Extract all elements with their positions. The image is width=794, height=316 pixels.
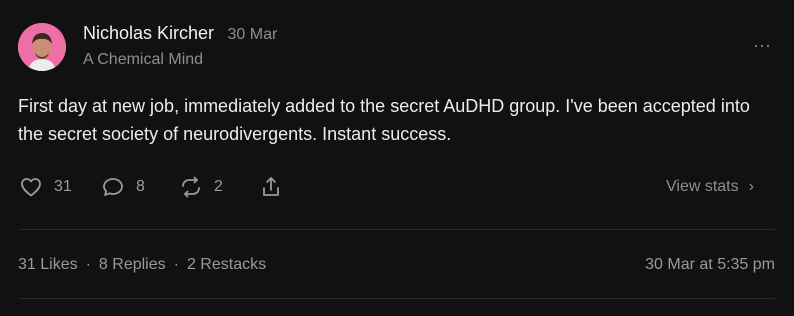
like-count: 31 [54,178,72,195]
separator-dot: · [173,256,179,273]
restack-count: 2 [214,178,223,195]
author-avatar[interactable] [18,23,66,71]
reply-button[interactable]: 8 [100,175,145,199]
reply-count: 8 [136,178,145,195]
restack-icon [182,176,200,198]
heart-icon [21,178,41,197]
separator-dot: · [85,256,91,273]
author-line: Nicholas Kircher 30 Mar [83,23,277,44]
share-icon [263,177,279,196]
view-stats-button[interactable]: View stats › [666,178,754,196]
comment-icon [103,178,123,196]
post-body: First day at new job, immediately added … [18,96,750,144]
chevron-right-icon: › [748,178,754,195]
author-name[interactable]: Nicholas Kircher [83,23,214,43]
more-options-button[interactable]: ··· [748,36,776,60]
publication-name[interactable]: A Chemical Mind [83,51,203,69]
restacks-summary-link[interactable]: 2 Restacks [187,256,266,273]
likes-summary-link[interactable]: 31 Likes [18,256,78,273]
restack-button[interactable]: 2 [178,175,223,199]
post-timestamp[interactable]: 30 Mar at 5:35 pm [645,256,775,274]
view-stats-label: View stats [666,178,739,195]
like-button[interactable]: 31 [18,175,72,199]
replies-summary-link[interactable]: 8 Replies [99,256,166,273]
post-date[interactable]: 30 Mar [228,26,278,43]
share-button[interactable] [258,175,284,199]
engagement-summary: 31 Likes · 8 Replies · 2 Restacks [18,256,266,274]
divider [18,298,775,299]
divider [18,229,775,230]
more-horizontal-icon: ··· [753,35,771,55]
avatar-image [18,23,66,71]
